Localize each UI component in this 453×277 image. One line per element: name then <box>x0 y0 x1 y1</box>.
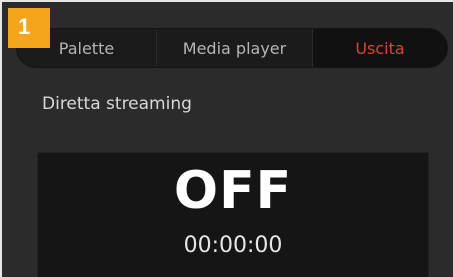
app-window: 1 Palette Media player Uscita Diretta st… <box>0 0 453 277</box>
streaming-status-text: OFF <box>173 161 293 221</box>
streaming-status-panel: OFF 00:00:00 <box>37 152 429 277</box>
streaming-timer: 00:00:00 <box>183 233 283 258</box>
step-number-badge: 1 <box>8 8 50 48</box>
section-title-diretta-streaming: Diretta streaming <box>42 94 192 114</box>
tab-uscita[interactable]: Uscita <box>313 29 447 67</box>
tab-media-player[interactable]: Media player <box>157 29 313 67</box>
tab-bar: Palette Media player Uscita <box>16 28 448 68</box>
